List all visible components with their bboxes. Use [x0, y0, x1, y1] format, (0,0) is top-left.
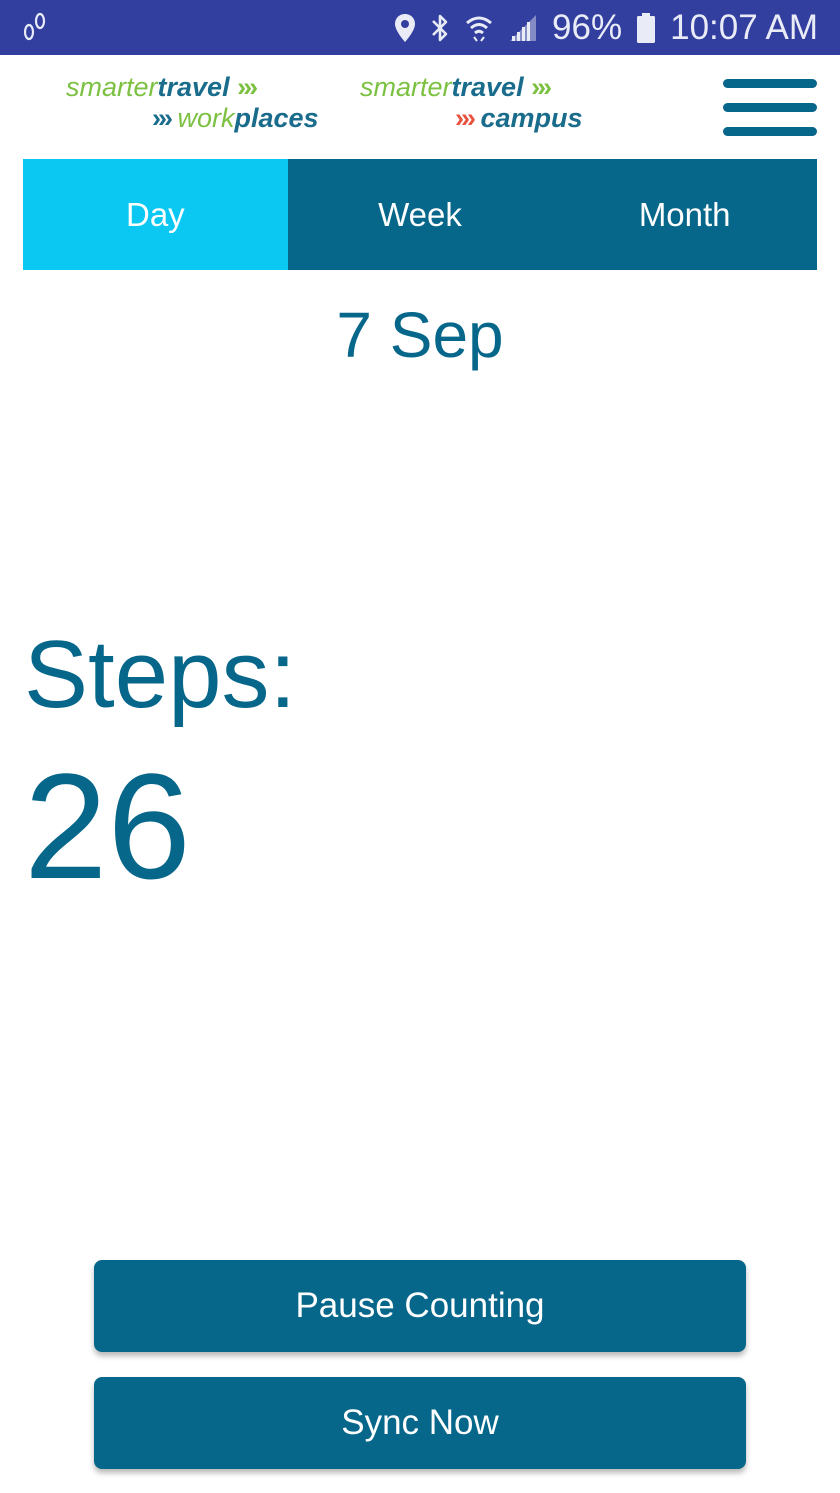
smarter-travel-workplaces-logo: smartertravel ››› ››› workplaces — [66, 72, 319, 133]
app-header: smartertravel ››› ››› workplaces smarter… — [0, 55, 840, 159]
battery-icon — [637, 12, 656, 43]
footsteps-icon — [23, 12, 46, 41]
pause-counting-button[interactable]: Pause Counting — [94, 1260, 746, 1352]
bluetooth-icon — [432, 14, 448, 41]
location-pin-icon — [395, 13, 416, 42]
period-tabs: Day Week Month — [23, 159, 817, 270]
battery-percentage: 96% — [552, 7, 623, 47]
hamburger-menu-icon[interactable] — [723, 77, 817, 139]
tab-day[interactable]: Day — [23, 159, 288, 270]
steps-count: 26 — [24, 742, 191, 910]
signal-icon — [510, 14, 537, 41]
status-bar: 96% 10:07 AM — [0, 0, 840, 55]
steps-label: Steps: — [24, 621, 297, 728]
tab-week[interactable]: Week — [288, 159, 553, 270]
sync-now-button[interactable]: Sync Now — [94, 1377, 746, 1469]
wifi-icon — [466, 16, 493, 42]
clock: 10:07 AM — [670, 7, 818, 47]
current-date: 7 Sep — [336, 299, 504, 371]
tab-month[interactable]: Month — [552, 159, 817, 270]
smarter-travel-campus-logo: smartertravel ››› ››› campus — [360, 72, 583, 133]
